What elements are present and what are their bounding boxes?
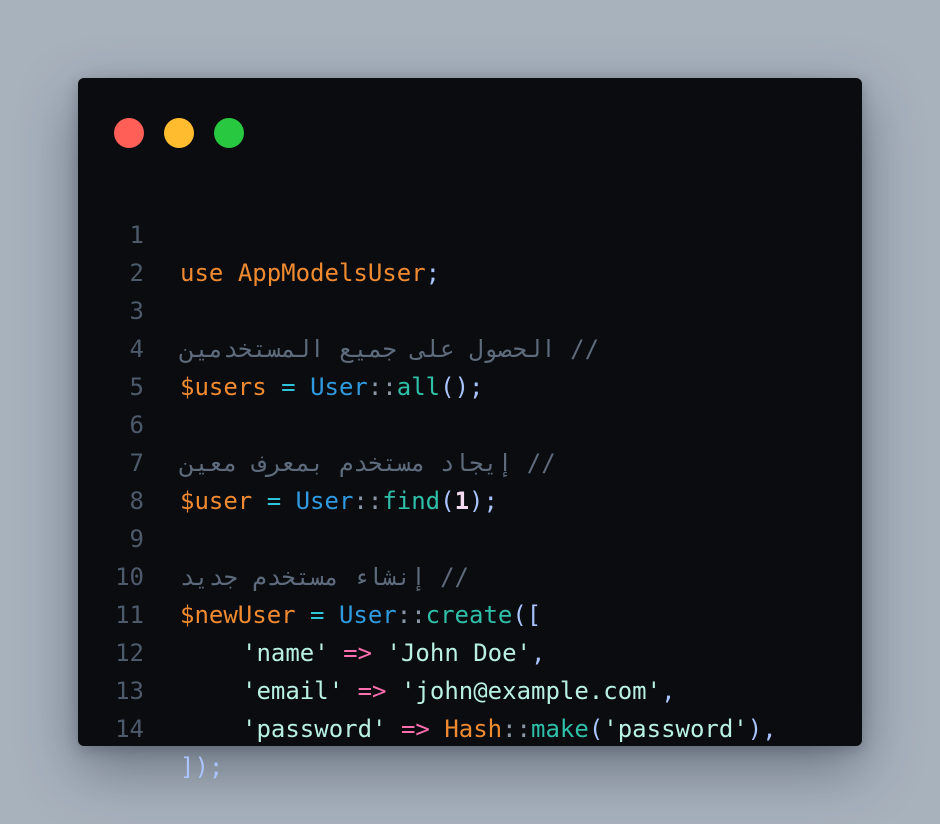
- close-window-button[interactable]: [114, 118, 144, 148]
- code-window: 1 use AppModelsUser; 2 3 // الحصول على ج…: [78, 78, 862, 781]
- punctuation: (: [588, 715, 604, 743]
- code-line: 2: [78, 216, 862, 287]
- code-line: 5: [78, 330, 862, 401]
- punctuation: ]);: [180, 753, 224, 781]
- code-line: 12 'email' => 'john@example.com',: [78, 596, 862, 705]
- code-line: 13 'password' => Hash::make('password'),: [78, 634, 862, 743]
- method-name: make: [531, 715, 589, 743]
- code-line: 3 // الحصول على جميع المستخدمين: [78, 254, 862, 363]
- array-key: 'password': [242, 715, 387, 743]
- code-line: 14 ]);: [78, 672, 862, 781]
- minimize-window-button[interactable]: [164, 118, 194, 148]
- code-line: 7 $user = User::find(1);: [78, 406, 862, 515]
- line-number: 14: [115, 715, 144, 743]
- code-line: 6 // إيجاد مستخدم بمعرف معين: [78, 368, 862, 477]
- code-line: 1 use AppModelsUser;: [78, 178, 862, 287]
- maximize-window-button[interactable]: [214, 118, 244, 148]
- code-line: 8: [78, 444, 862, 515]
- code-line: 4 $users = User::all();: [78, 292, 862, 401]
- string-literal: 'password': [603, 715, 748, 743]
- punctuation: ),: [747, 715, 777, 743]
- arrow-operator: =>: [400, 715, 430, 743]
- code-line: 10 $newUser = User::create([: [78, 520, 862, 629]
- code-block: 1 use AppModelsUser; 2 3 // الحصول على ج…: [78, 178, 862, 781]
- code-line: 9 // إنشاء مستخدم جديد: [78, 482, 862, 591]
- code-text: 'password' => Hash::make('password'),: [180, 710, 777, 748]
- code-line: 11 'name' => 'John Doe',: [78, 558, 862, 667]
- code-text: ]);: [180, 748, 223, 786]
- scope-operator: ::: [502, 715, 532, 743]
- class-name: Hash: [444, 715, 503, 743]
